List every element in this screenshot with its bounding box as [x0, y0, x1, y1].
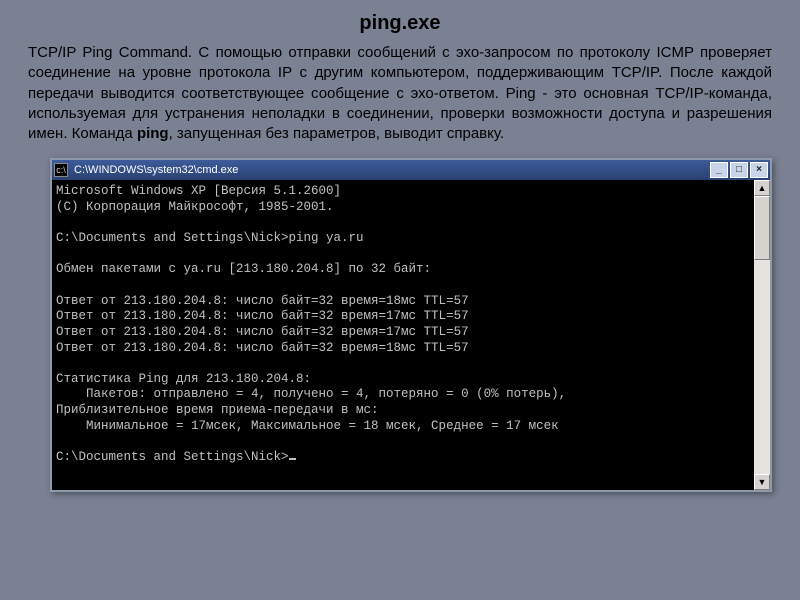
scroll-track[interactable]	[754, 196, 770, 474]
cmd-line: Ответ от 213.180.204.8: число байт=32 вр…	[56, 294, 469, 308]
cmd-line: C:\Documents and Settings\Nick>ping ya.r…	[56, 231, 364, 245]
cmd-titlebar[interactable]: c:\ C:\WINDOWS\system32\cmd.exe _ □ ×	[52, 160, 770, 180]
cmd-window: c:\ C:\WINDOWS\system32\cmd.exe _ □ × Mi…	[50, 158, 772, 492]
maximize-button[interactable]: □	[730, 162, 748, 178]
cmd-title-text: C:\WINDOWS\system32\cmd.exe	[74, 164, 710, 176]
scroll-up-button[interactable]: ▲	[754, 180, 770, 196]
cmd-line: Ответ от 213.180.204.8: число байт=32 вр…	[56, 309, 469, 323]
cursor-icon	[289, 458, 296, 460]
scroll-down-button[interactable]: ▼	[754, 474, 770, 490]
description-paragraph: TCP/IP Ping Command. С помощью отправки …	[0, 43, 800, 154]
minimize-button[interactable]: _	[710, 162, 728, 178]
description-bold: ping	[137, 125, 169, 142]
scroll-thumb[interactable]	[754, 196, 770, 260]
cmd-line: Microsoft Windows XP [Версия 5.1.2600]	[56, 184, 341, 198]
cmd-icon: c:\	[54, 163, 68, 177]
cmd-body-wrap: Microsoft Windows XP [Версия 5.1.2600] (…	[52, 180, 770, 490]
cmd-prompt-line: C:\Documents and Settings\Nick>	[56, 450, 289, 464]
scrollbar[interactable]: ▲ ▼	[754, 180, 770, 490]
description-text-2: , запущенная без параметров, выводит спр…	[169, 125, 504, 142]
cmd-line: Приблизительное время приема-передачи в …	[56, 403, 379, 417]
cmd-line: Ответ от 213.180.204.8: число байт=32 вр…	[56, 325, 469, 339]
cmd-line: Минимальное = 17мсек, Максимальное = 18 …	[56, 419, 559, 433]
close-button[interactable]: ×	[750, 162, 768, 178]
page-title: ping.exe	[0, 0, 800, 43]
window-buttons: _ □ ×	[710, 162, 768, 178]
cmd-line: Пакетов: отправлено = 4, получено = 4, п…	[56, 387, 566, 401]
cmd-line: Обмен пакетами с ya.ru [213.180.204.8] п…	[56, 262, 431, 276]
cmd-line: Ответ от 213.180.204.8: число байт=32 вр…	[56, 341, 469, 355]
cmd-line: (C) Корпорация Майкрософт, 1985-2001.	[56, 200, 334, 214]
cmd-line: Статистика Ping для 213.180.204.8:	[56, 372, 311, 386]
cmd-output[interactable]: Microsoft Windows XP [Версия 5.1.2600] (…	[52, 180, 754, 490]
